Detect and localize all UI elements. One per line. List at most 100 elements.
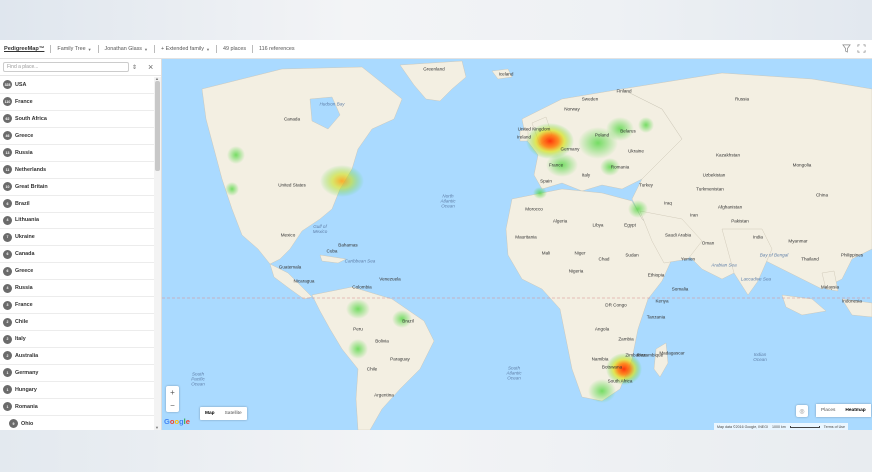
place-list-item[interactable]: 2 Australia	[0, 348, 154, 365]
place-list-item[interactable]: 6 Greece	[0, 263, 154, 281]
place-count-badge: 2	[3, 334, 12, 344]
references-count: 116 references	[259, 46, 295, 52]
place-name: Russia	[15, 149, 33, 156]
map-label-tanzania: Tanzania	[646, 314, 666, 320]
place-list-item[interactable]: 1 Romania	[0, 399, 154, 416]
scale-bar	[789, 425, 820, 428]
place-list-item[interactable]: 10 Great Britain	[0, 179, 154, 196]
close-icon[interactable]: ×	[148, 62, 153, 72]
map-label-united-states: United States	[278, 182, 306, 188]
map-label-south-pacific: South Pacific Ocean	[191, 371, 205, 387]
world-map[interactable]: Greenland Iceland Hudson Bay Canada United S…	[162, 59, 872, 430]
place-count-badge: 62	[3, 114, 12, 124]
place-list-item[interactable]: 62 South Africa	[0, 111, 154, 128]
place-name: Canada	[15, 251, 35, 258]
place-list-item[interactable]: 3 France	[0, 297, 154, 315]
place-count-badge: 6	[3, 266, 12, 276]
place-count-badge: 6	[3, 249, 12, 259]
family-tree-dropdown[interactable]: Family Tree ▼	[57, 46, 91, 52]
map-type-satellite-button[interactable]: Satellite	[220, 411, 247, 416]
locate-icon[interactable]: ◎	[796, 405, 808, 417]
divider	[50, 45, 52, 53]
map-type-map-button[interactable]: Map	[200, 411, 220, 416]
place-name: Russia	[15, 285, 33, 292]
place-list-item[interactable]: 9 Ohio	[0, 416, 154, 430]
map-label-spain: Spain	[540, 178, 552, 184]
person-dropdown[interactable]: Jonathan Glass ▼	[105, 46, 148, 52]
place-count-badge: 10	[3, 182, 12, 192]
place-count-badge: 6	[3, 199, 12, 209]
place-count-badge: 13	[3, 148, 12, 158]
place-search-input[interactable]	[3, 62, 129, 72]
zoom-in-button[interactable]: +	[170, 388, 175, 397]
map-label-argentina: Argentina	[374, 392, 394, 398]
map-label-turkmenistan: Turkmenistan	[696, 186, 724, 192]
map-label-cuba: Cuba	[326, 248, 338, 254]
scale-label: 1000 km	[772, 424, 786, 429]
places-sidebar: ⇕ × 328USA110France62South Africa46Greec…	[0, 59, 162, 430]
map-label-ireland: Ireland	[516, 134, 532, 140]
place-name: Ohio	[21, 420, 34, 427]
heatmap-mode-button[interactable]: Heatmap	[840, 404, 870, 417]
place-count-badge: 9	[9, 419, 18, 429]
map-attribution: Map data ©2016 Google, INEGI 1000 km Ter…	[714, 423, 848, 430]
place-count-badge: 2	[3, 317, 12, 327]
divider	[252, 45, 254, 53]
map-label-bahamas: Bahamas	[338, 242, 358, 248]
scroll-thumb[interactable]	[155, 81, 160, 171]
place-list-item[interactable]: 328 USA	[0, 77, 154, 94]
map-label-mexico: Mexico	[280, 232, 296, 238]
place-name: Greece	[15, 268, 34, 275]
place-name: Hungary	[15, 386, 37, 393]
place-list-item[interactable]: 2 Chile	[0, 314, 154, 332]
place-list-item[interactable]: 1 Hungary	[0, 382, 154, 399]
place-list-item[interactable]: 11 Netherlands	[0, 162, 154, 179]
map-label-belarus: Belarus	[620, 128, 636, 134]
place-name: Great Britain	[15, 183, 48, 190]
scrollbar[interactable]: ▲ ▼	[154, 76, 161, 430]
place-list-item[interactable]: 6 Brazil	[0, 196, 154, 213]
place-count-badge: 46	[3, 131, 12, 141]
extended-family-dropdown[interactable]: + Extended family ▼	[161, 46, 210, 52]
fullscreen-icon[interactable]	[857, 44, 866, 55]
map-label-italy: Italy	[581, 172, 591, 178]
map-label-libya: Libya	[592, 222, 604, 228]
place-count-badge: 328	[3, 80, 12, 90]
scroll-down-icon[interactable]: ▼	[155, 425, 159, 430]
map-label-paraguay: Paraguay	[390, 356, 410, 362]
place-list-item[interactable]: 110 France	[0, 94, 154, 111]
zoom-out-button[interactable]: −	[170, 401, 175, 410]
divider	[215, 45, 217, 53]
filter-icon[interactable]	[842, 44, 851, 55]
place-list-item[interactable]: 2 Italy	[0, 331, 154, 348]
map-label-namibia: Namibia	[591, 356, 609, 362]
place-list-item[interactable]: 1 Germany	[0, 365, 154, 382]
terms-link[interactable]: Terms of Use	[824, 425, 845, 429]
place-count-badge: 1	[3, 368, 12, 378]
place-list-item[interactable]: 6 Canada	[0, 246, 154, 264]
place-list-item[interactable]: 7 Ukraine	[0, 229, 154, 247]
chevron-down-icon: ▼	[205, 46, 210, 52]
sort-icon[interactable]: ⇕	[132, 64, 137, 71]
map-label-brazil: Brazil	[402, 318, 414, 324]
places-mode-button[interactable]: Places	[816, 404, 840, 417]
map-label-norway: Norway	[564, 106, 580, 112]
divider	[153, 45, 155, 53]
chevron-down-icon: ▼	[144, 46, 148, 52]
map-label-somalia: Somalia	[671, 286, 689, 292]
toolbar: PedigreeMap™ Family Tree ▼ Jonathan Glass…	[0, 40, 872, 59]
map-label-greenland: Greenland	[423, 66, 445, 72]
place-count-badge: 2	[3, 351, 12, 361]
place-list-item[interactable]: 4 Russia	[0, 280, 154, 298]
place-list-item[interactable]: 4 Lithuania	[0, 213, 154, 230]
place-name: France	[15, 98, 33, 105]
map-label-myanmar: Myanmar	[788, 238, 808, 244]
place-count-badge: 4	[3, 283, 12, 293]
place-list-item[interactable]: 13 Russia	[0, 145, 154, 162]
map-label-south-africa: South Africa	[607, 378, 633, 384]
map-label-botswana: Botswana	[601, 364, 623, 370]
map-label-finland: Finland	[616, 88, 632, 94]
place-list-item[interactable]: 46 Greece	[0, 128, 154, 145]
map-label-canada: Canada	[283, 116, 301, 122]
brand-link[interactable]: PedigreeMap™	[4, 46, 44, 52]
